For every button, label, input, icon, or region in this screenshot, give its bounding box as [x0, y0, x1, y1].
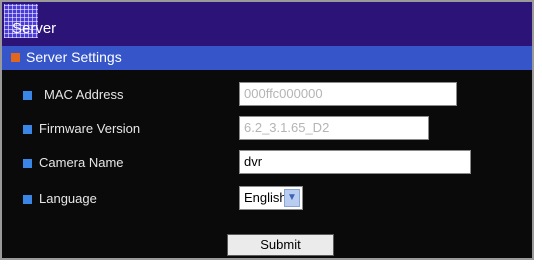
section-header: Server Settings [2, 46, 532, 70]
page-title: Server [12, 20, 57, 37]
section-title: Server Settings [26, 49, 122, 65]
firmware-version-label: Firmware Version [39, 121, 141, 136]
language-row: Language English ▼ [2, 186, 532, 214]
language-selected-value: English [244, 190, 287, 205]
square-bullet-icon [23, 125, 32, 134]
firmware-version-field[interactable]: 6.2_3.1.65_D2 [239, 116, 429, 140]
camera-name-field[interactable]: dvr [239, 150, 471, 174]
chevron-down-icon[interactable]: ▼ [284, 189, 300, 207]
square-bullet-icon [23, 91, 32, 100]
firmware-version-row: Firmware Version 6.2_3.1.65_D2 [2, 116, 532, 144]
mac-address-label: MAC Address [44, 87, 124, 102]
language-select[interactable]: English ▼ [239, 186, 303, 210]
square-bullet-icon [23, 195, 32, 204]
square-bullet-icon [23, 159, 32, 168]
submit-button[interactable]: Submit [227, 234, 334, 256]
camera-name-row: Camera Name dvr [2, 150, 532, 178]
mac-address-row: MAC Address 000ffc000000 [2, 82, 532, 110]
camera-name-label: Camera Name [39, 155, 124, 170]
mac-address-field[interactable]: 000ffc000000 [239, 82, 457, 106]
title-bar: Server [2, 2, 532, 46]
server-settings-panel: Server Server Settings MAC Address 000ff… [0, 0, 534, 260]
language-label: Language [39, 191, 97, 206]
square-bullet-icon [11, 53, 20, 62]
